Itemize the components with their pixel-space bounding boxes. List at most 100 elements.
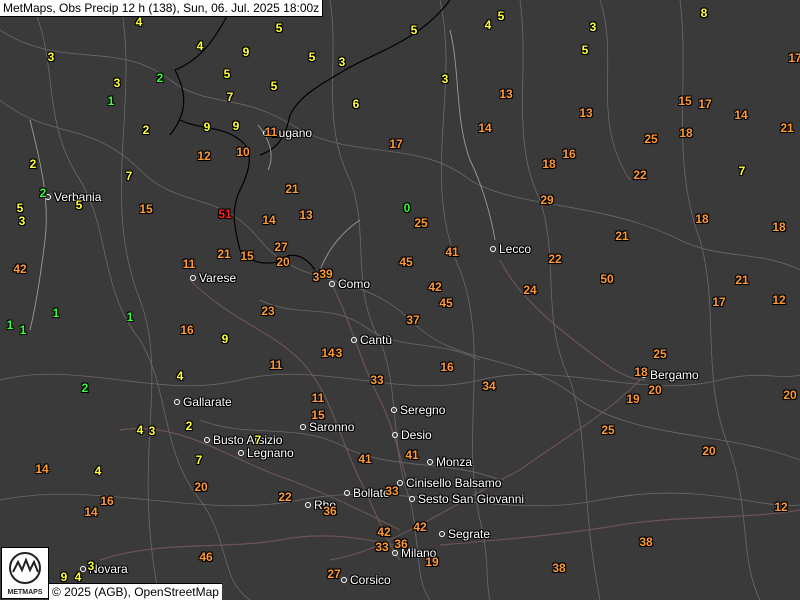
city-name: Seregno: [400, 403, 446, 417]
precip-value: 15: [240, 249, 254, 263]
city-label-sesto-san-giovanni: Sesto San Giovanni: [409, 493, 524, 505]
city-name: Gallarate: [183, 395, 232, 409]
precip-value: 14: [478, 121, 492, 135]
precip-value: 50: [600, 272, 614, 286]
precip-value: 17: [788, 51, 800, 65]
city-label-bergamo: Bergamo: [641, 369, 699, 381]
precip-value: 5: [410, 23, 418, 37]
precip-value: 45: [439, 296, 453, 310]
city-dot-icon: [305, 502, 311, 508]
city-name: Legnano: [247, 446, 294, 460]
precip-map[interactable]: MetMaps, Obs Precip 12 h (138), Sun, 06.…: [0, 0, 800, 600]
precip-value: 4: [135, 15, 143, 29]
precip-value: 29: [540, 193, 554, 207]
precip-value: 20: [276, 255, 290, 269]
city-name: Bollate: [353, 486, 390, 500]
precip-value: 20: [783, 388, 797, 402]
precip-value: 1: [52, 306, 60, 320]
precip-value: 4: [196, 39, 204, 53]
precip-value: 46: [199, 550, 213, 564]
precip-value: 7: [226, 90, 234, 104]
city-dot-icon: [329, 281, 335, 287]
precip-value: 7: [125, 169, 133, 183]
city-name: Busto Arsizio: [213, 433, 283, 447]
city-name: Cinisello Balsamo: [406, 476, 502, 490]
precip-value: 14: [84, 505, 98, 519]
precip-value: 4: [94, 464, 102, 478]
precip-value: 18: [542, 157, 556, 171]
city-name: Lecco: [499, 242, 532, 256]
precip-value: 19: [626, 392, 640, 406]
precip-value: 10: [236, 145, 250, 159]
precip-value: 14: [734, 108, 748, 122]
precip-value: 3: [47, 50, 55, 64]
precip-value: 22: [548, 252, 562, 266]
metmaps-logo-icon[interactable]: METMAPS: [1, 547, 49, 599]
precip-value: 3: [441, 72, 449, 86]
precip-value: 11: [182, 257, 196, 271]
precip-value: 33: [370, 373, 384, 387]
precip-value: 9: [203, 120, 211, 134]
precip-value: 5: [308, 50, 316, 64]
city-name: Varese: [199, 271, 237, 285]
city-name: Segrate: [448, 527, 491, 541]
precip-value: 14: [35, 462, 49, 476]
svg-text:METMAPS: METMAPS: [8, 589, 43, 596]
precip-value: 15: [139, 202, 153, 216]
precip-value: 17: [389, 137, 403, 151]
precip-value: 20: [648, 383, 662, 397]
city-dot-icon: [409, 496, 415, 502]
precip-value: 5: [497, 9, 505, 23]
precip-value: 21: [780, 121, 794, 135]
city-label-legnano: Legnano: [238, 447, 294, 459]
precip-value: 41: [445, 245, 459, 259]
precip-value: 0: [403, 201, 411, 215]
city-dot-icon: [427, 459, 433, 465]
precip-value: 41: [358, 452, 372, 466]
precip-value: 12: [197, 149, 211, 163]
basemap-roads-borders: [0, 0, 800, 600]
precip-value: 22: [278, 490, 292, 504]
precip-value: 23: [261, 304, 275, 318]
precip-value: 13: [579, 106, 593, 120]
precip-value: 2: [142, 123, 150, 137]
precip-value: 42: [377, 525, 391, 539]
precip-value: 3: [113, 76, 121, 90]
precip-value: 1: [19, 323, 27, 337]
precip-value: 12: [774, 500, 788, 514]
precip-value: 18: [634, 365, 648, 379]
city-dot-icon: [204, 437, 210, 443]
city-name: Lugano: [272, 126, 313, 140]
precip-value: 22: [633, 168, 647, 182]
city-label-cinisello-balsamo: Cinisello Balsamo: [397, 477, 501, 489]
precip-value: 27: [327, 567, 341, 581]
precip-value: 9: [232, 119, 240, 133]
attribution[interactable]: © 2025 (AGB), OpenStreetMap: [48, 583, 222, 600]
precip-value: 34: [482, 379, 496, 393]
precip-value: 16: [440, 360, 454, 374]
precip-value: 36: [394, 537, 408, 551]
city-dot-icon: [392, 432, 398, 438]
precip-value: 7: [195, 453, 203, 467]
precip-value: 18: [695, 212, 709, 226]
city-name: Monza: [436, 455, 473, 469]
city-dot-icon: [238, 450, 244, 456]
precip-value: 1: [126, 310, 134, 324]
precip-value: 13: [499, 87, 513, 101]
precip-value: 4: [176, 369, 184, 383]
precip-value: 45: [399, 255, 413, 269]
precip-value: 11: [264, 125, 278, 139]
city-name: Saronno: [309, 420, 355, 434]
precip-value: 2: [81, 381, 89, 395]
precip-value: 1: [6, 318, 14, 332]
precip-value: 38: [552, 561, 566, 575]
city-name: Cantù: [360, 333, 393, 347]
precip-value: 21: [735, 273, 749, 287]
precip-value: 7: [254, 433, 262, 447]
map-title: MetMaps, Obs Precip 12 h (138), Sun, 06.…: [0, 0, 324, 17]
precip-value: 5: [581, 43, 589, 57]
precip-value: 9: [60, 570, 68, 584]
precip-value: 3: [148, 424, 156, 438]
precip-value: 12: [772, 293, 786, 307]
precip-value: 16: [562, 147, 576, 161]
